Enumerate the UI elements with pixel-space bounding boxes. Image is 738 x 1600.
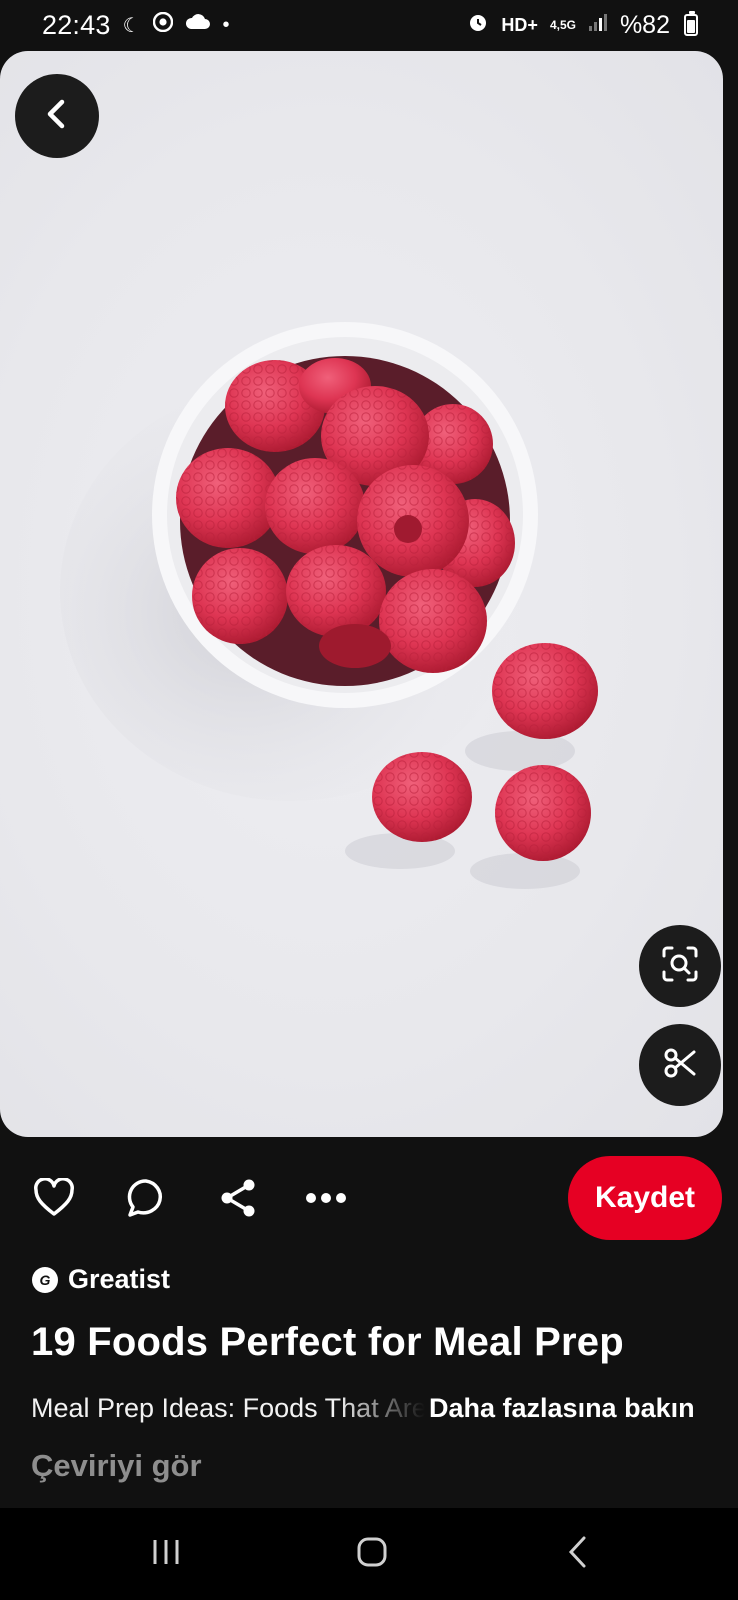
source-logo: G	[32, 1266, 58, 1293]
status-bar: 22:43 ☾ • HD+ 4,5G %82	[0, 0, 738, 50]
pin-description-row: Meal Prep Ideas: Foods That Are Perfect …	[31, 1390, 731, 1426]
like-button[interactable]	[30, 1176, 78, 1224]
more-options-button[interactable]	[302, 1176, 350, 1224]
comment-button[interactable]	[122, 1176, 170, 1224]
chrome-icon	[152, 11, 173, 38]
system-back-button[interactable]	[548, 1530, 608, 1578]
save-button[interactable]: Kaydet	[568, 1156, 722, 1240]
signal-icon	[588, 12, 608, 38]
source-name[interactable]: Greatist	[68, 1264, 170, 1295]
share-button[interactable]	[214, 1176, 262, 1224]
visual-search-icon	[661, 945, 699, 988]
pin-actions: Kaydet	[0, 1150, 738, 1250]
pin-description: Meal Prep Ideas: Foods That Are Perfect	[31, 1392, 425, 1423]
scissors-icon	[663, 1046, 697, 1085]
alarm-icon	[467, 11, 489, 39]
status-left: 22:43 ☾ •	[42, 10, 230, 41]
share-icon	[217, 1177, 259, 1224]
see-translation-link[interactable]: Çeviriyi gör	[31, 1448, 202, 1484]
pin-source[interactable]: G Greatist	[32, 1264, 170, 1295]
cloud-icon	[185, 13, 211, 37]
battery-icon	[684, 11, 698, 36]
hd-voice-icon: HD+	[501, 14, 538, 35]
see-more-link[interactable]: Daha fazlasına bakın	[429, 1393, 695, 1424]
cut-out-button[interactable]	[639, 1024, 721, 1106]
dot-icon: •	[222, 13, 230, 36]
comment-icon	[125, 1177, 167, 1224]
home-icon	[356, 1536, 388, 1573]
recent-apps-button[interactable]	[136, 1530, 196, 1578]
recent-apps-icon	[151, 1537, 181, 1572]
back-button[interactable]	[15, 74, 99, 158]
heart-icon	[33, 1176, 75, 1223]
pin-image[interactable]	[0, 51, 723, 1137]
status-time: 22:43	[42, 9, 111, 40]
pin-title: 19 Foods Perfect for Meal Prep	[31, 1320, 624, 1364]
more-icon	[305, 1191, 347, 1209]
status-right: HD+ 4,5G %82	[467, 11, 698, 40]
back-arrow-icon	[40, 97, 74, 136]
network-type: 4,5G	[549, 18, 576, 32]
system-nav-bar	[0, 1508, 738, 1600]
chevron-left-icon	[565, 1535, 591, 1574]
raspberry-bowl-image	[60, 322, 598, 889]
moon-icon: ☾	[122, 14, 141, 37]
home-button[interactable]	[342, 1530, 402, 1578]
battery-level: %82	[619, 10, 670, 39]
visual-search-button[interactable]	[639, 925, 721, 1007]
